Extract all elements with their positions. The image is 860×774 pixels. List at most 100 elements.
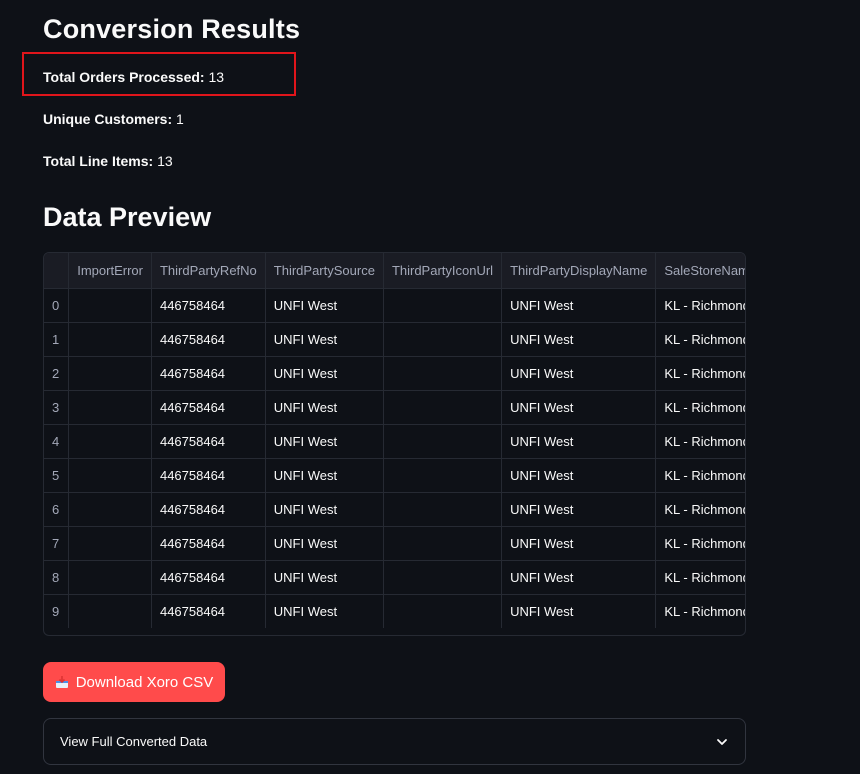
table-row: 7 446758464 UNFI West UNFI West KL - Richmon…: [44, 526, 745, 561]
table-cell[interactable]: UNFI West: [265, 458, 384, 493]
table-cell[interactable]: UNFI West: [501, 560, 657, 595]
table-cell[interactable]: [383, 390, 503, 425]
table-row: 1 446758464 UNFI West UNFI West KL - Richmon…: [44, 322, 745, 357]
table-row: 6 446758464 UNFI West UNFI West KL - Richmon…: [44, 492, 745, 527]
table-cell[interactable]: UNFI West: [265, 526, 384, 561]
expander-label: View Full Converted Data: [60, 734, 208, 749]
row-index: 1: [44, 322, 70, 357]
table-cell[interactable]: [68, 492, 152, 527]
row-index: 8: [44, 560, 70, 595]
row-index: 4: [44, 424, 70, 459]
table-row: 9 446758464 UNFI West UNFI West KL - Richmon…: [44, 594, 745, 628]
table-cell[interactable]: 446758464: [151, 492, 266, 527]
table-cell[interactable]: KL - Richmond: [655, 526, 745, 561]
table-cell[interactable]: UNFI West: [501, 492, 657, 527]
table-cell[interactable]: KL - Richmond: [655, 288, 745, 323]
table-cell[interactable]: 446758464: [151, 322, 266, 357]
table-cell[interactable]: UNFI West: [265, 356, 384, 391]
table-cell[interactable]: UNFI West: [501, 424, 657, 459]
table-cell[interactable]: UNFI West: [501, 288, 657, 323]
column-header[interactable]: ThirdPartyIconUrl: [383, 253, 503, 289]
table-cell[interactable]: KL - Richmond: [655, 356, 745, 391]
stat-unique-customers: Unique Customers: 1: [43, 111, 184, 127]
table-cell[interactable]: [383, 492, 503, 527]
row-index: 3: [44, 390, 70, 425]
table-cell[interactable]: KL - Richmond: [655, 594, 745, 628]
table-cell[interactable]: KL - Richmond: [655, 458, 745, 493]
table-cell[interactable]: 446758464: [151, 526, 266, 561]
table-cell[interactable]: UNFI West: [501, 594, 657, 628]
column-header[interactable]: ImportError: [68, 253, 152, 289]
table-cell[interactable]: KL - Richmond: [655, 560, 745, 595]
table-cell[interactable]: KL - Richmond: [655, 492, 745, 527]
table-cell[interactable]: [383, 322, 503, 357]
table-cell[interactable]: KL - Richmond: [655, 322, 745, 357]
table-cell[interactable]: 446758464: [151, 288, 266, 323]
table-cell[interactable]: UNFI West: [265, 492, 384, 527]
stat-value: 1: [176, 111, 184, 127]
table-cell[interactable]: UNFI West: [501, 356, 657, 391]
table-cell[interactable]: UNFI West: [265, 594, 384, 628]
table-cell[interactable]: 446758464: [151, 560, 266, 595]
table-cell[interactable]: [68, 288, 152, 323]
column-header[interactable]: ThirdPartyDisplayName: [501, 253, 657, 289]
table-row: 3 446758464 UNFI West UNFI West KL - Richmon…: [44, 390, 745, 425]
table-cell[interactable]: [68, 424, 152, 459]
table-cell[interactable]: [383, 594, 503, 628]
row-index: 6: [44, 492, 70, 527]
stat-label: Total Line Items:: [43, 153, 154, 169]
table-row: 5 446758464 UNFI West UNFI West KL - Richmon…: [44, 458, 745, 493]
stat-total-orders: Total Orders Processed: 13: [43, 69, 224, 85]
column-header[interactable]: ThirdPartyRefNo: [151, 253, 266, 289]
stat-value: 13: [157, 153, 173, 169]
download-xoro-csv-button[interactable]: Download Xoro CSV: [43, 662, 225, 702]
table-row: 2 446758464 UNFI West UNFI West KL - Richmon…: [44, 356, 745, 391]
table-cell[interactable]: [68, 526, 152, 561]
stat-label: Total Orders Processed:: [43, 69, 205, 85]
table-cell[interactable]: [68, 356, 152, 391]
inbox-tray-icon: [55, 675, 69, 689]
table-cell[interactable]: 446758464: [151, 390, 266, 425]
table-cell[interactable]: KL - Richmond: [655, 390, 745, 425]
table-cell[interactable]: [383, 424, 503, 459]
table-cell[interactable]: [68, 458, 152, 493]
index-header: [44, 253, 70, 289]
table-cell[interactable]: UNFI West: [501, 458, 657, 493]
table-cell[interactable]: UNFI West: [501, 390, 657, 425]
page: Conversion Results Total Orders Processe…: [0, 0, 860, 774]
table-cell[interactable]: [383, 458, 503, 493]
row-index: 7: [44, 526, 70, 561]
table-cell[interactable]: UNFI West: [265, 322, 384, 357]
view-full-data-expander[interactable]: View Full Converted Data: [43, 718, 746, 765]
table-cell[interactable]: UNFI West: [265, 424, 384, 459]
table-cell[interactable]: UNFI West: [265, 288, 384, 323]
table-cell[interactable]: [383, 560, 503, 595]
data-preview-heading: Data Preview: [43, 202, 212, 232]
table-cell[interactable]: [68, 594, 152, 628]
data-preview-table[interactable]: ImportError ThirdPartyRefNo ThirdPartySour…: [43, 252, 746, 636]
table-cell[interactable]: 446758464: [151, 594, 266, 628]
table-cell[interactable]: [383, 356, 503, 391]
table-cell[interactable]: UNFI West: [501, 322, 657, 357]
table-cell[interactable]: 446758464: [151, 356, 266, 391]
table-cell[interactable]: [383, 288, 503, 323]
table-cell[interactable]: [68, 390, 152, 425]
table-cell[interactable]: UNFI West: [501, 526, 657, 561]
table-cell[interactable]: UNFI West: [265, 560, 384, 595]
stat-label: Unique Customers:: [43, 111, 173, 127]
table-row: 4 446758464 UNFI West UNFI West KL - Richmon…: [44, 424, 745, 459]
table-cell[interactable]: KL - Richmond: [655, 424, 745, 459]
conversion-results-heading: Conversion Results: [43, 14, 301, 44]
download-button-label: Download Xoro CSV: [75, 673, 214, 691]
table-cell[interactable]: [68, 322, 152, 357]
table-cell[interactable]: 446758464: [151, 458, 266, 493]
column-header[interactable]: SaleStoreName: [655, 253, 745, 289]
column-header[interactable]: ThirdPartySource: [265, 253, 384, 289]
table-cell[interactable]: [383, 526, 503, 561]
row-index: 9: [44, 594, 70, 628]
row-index: 0: [44, 288, 70, 323]
table-cell[interactable]: 446758464: [151, 424, 266, 459]
table-cell[interactable]: [68, 560, 152, 595]
table-cell[interactable]: UNFI West: [265, 390, 384, 425]
chevron-down-icon: [715, 735, 729, 749]
